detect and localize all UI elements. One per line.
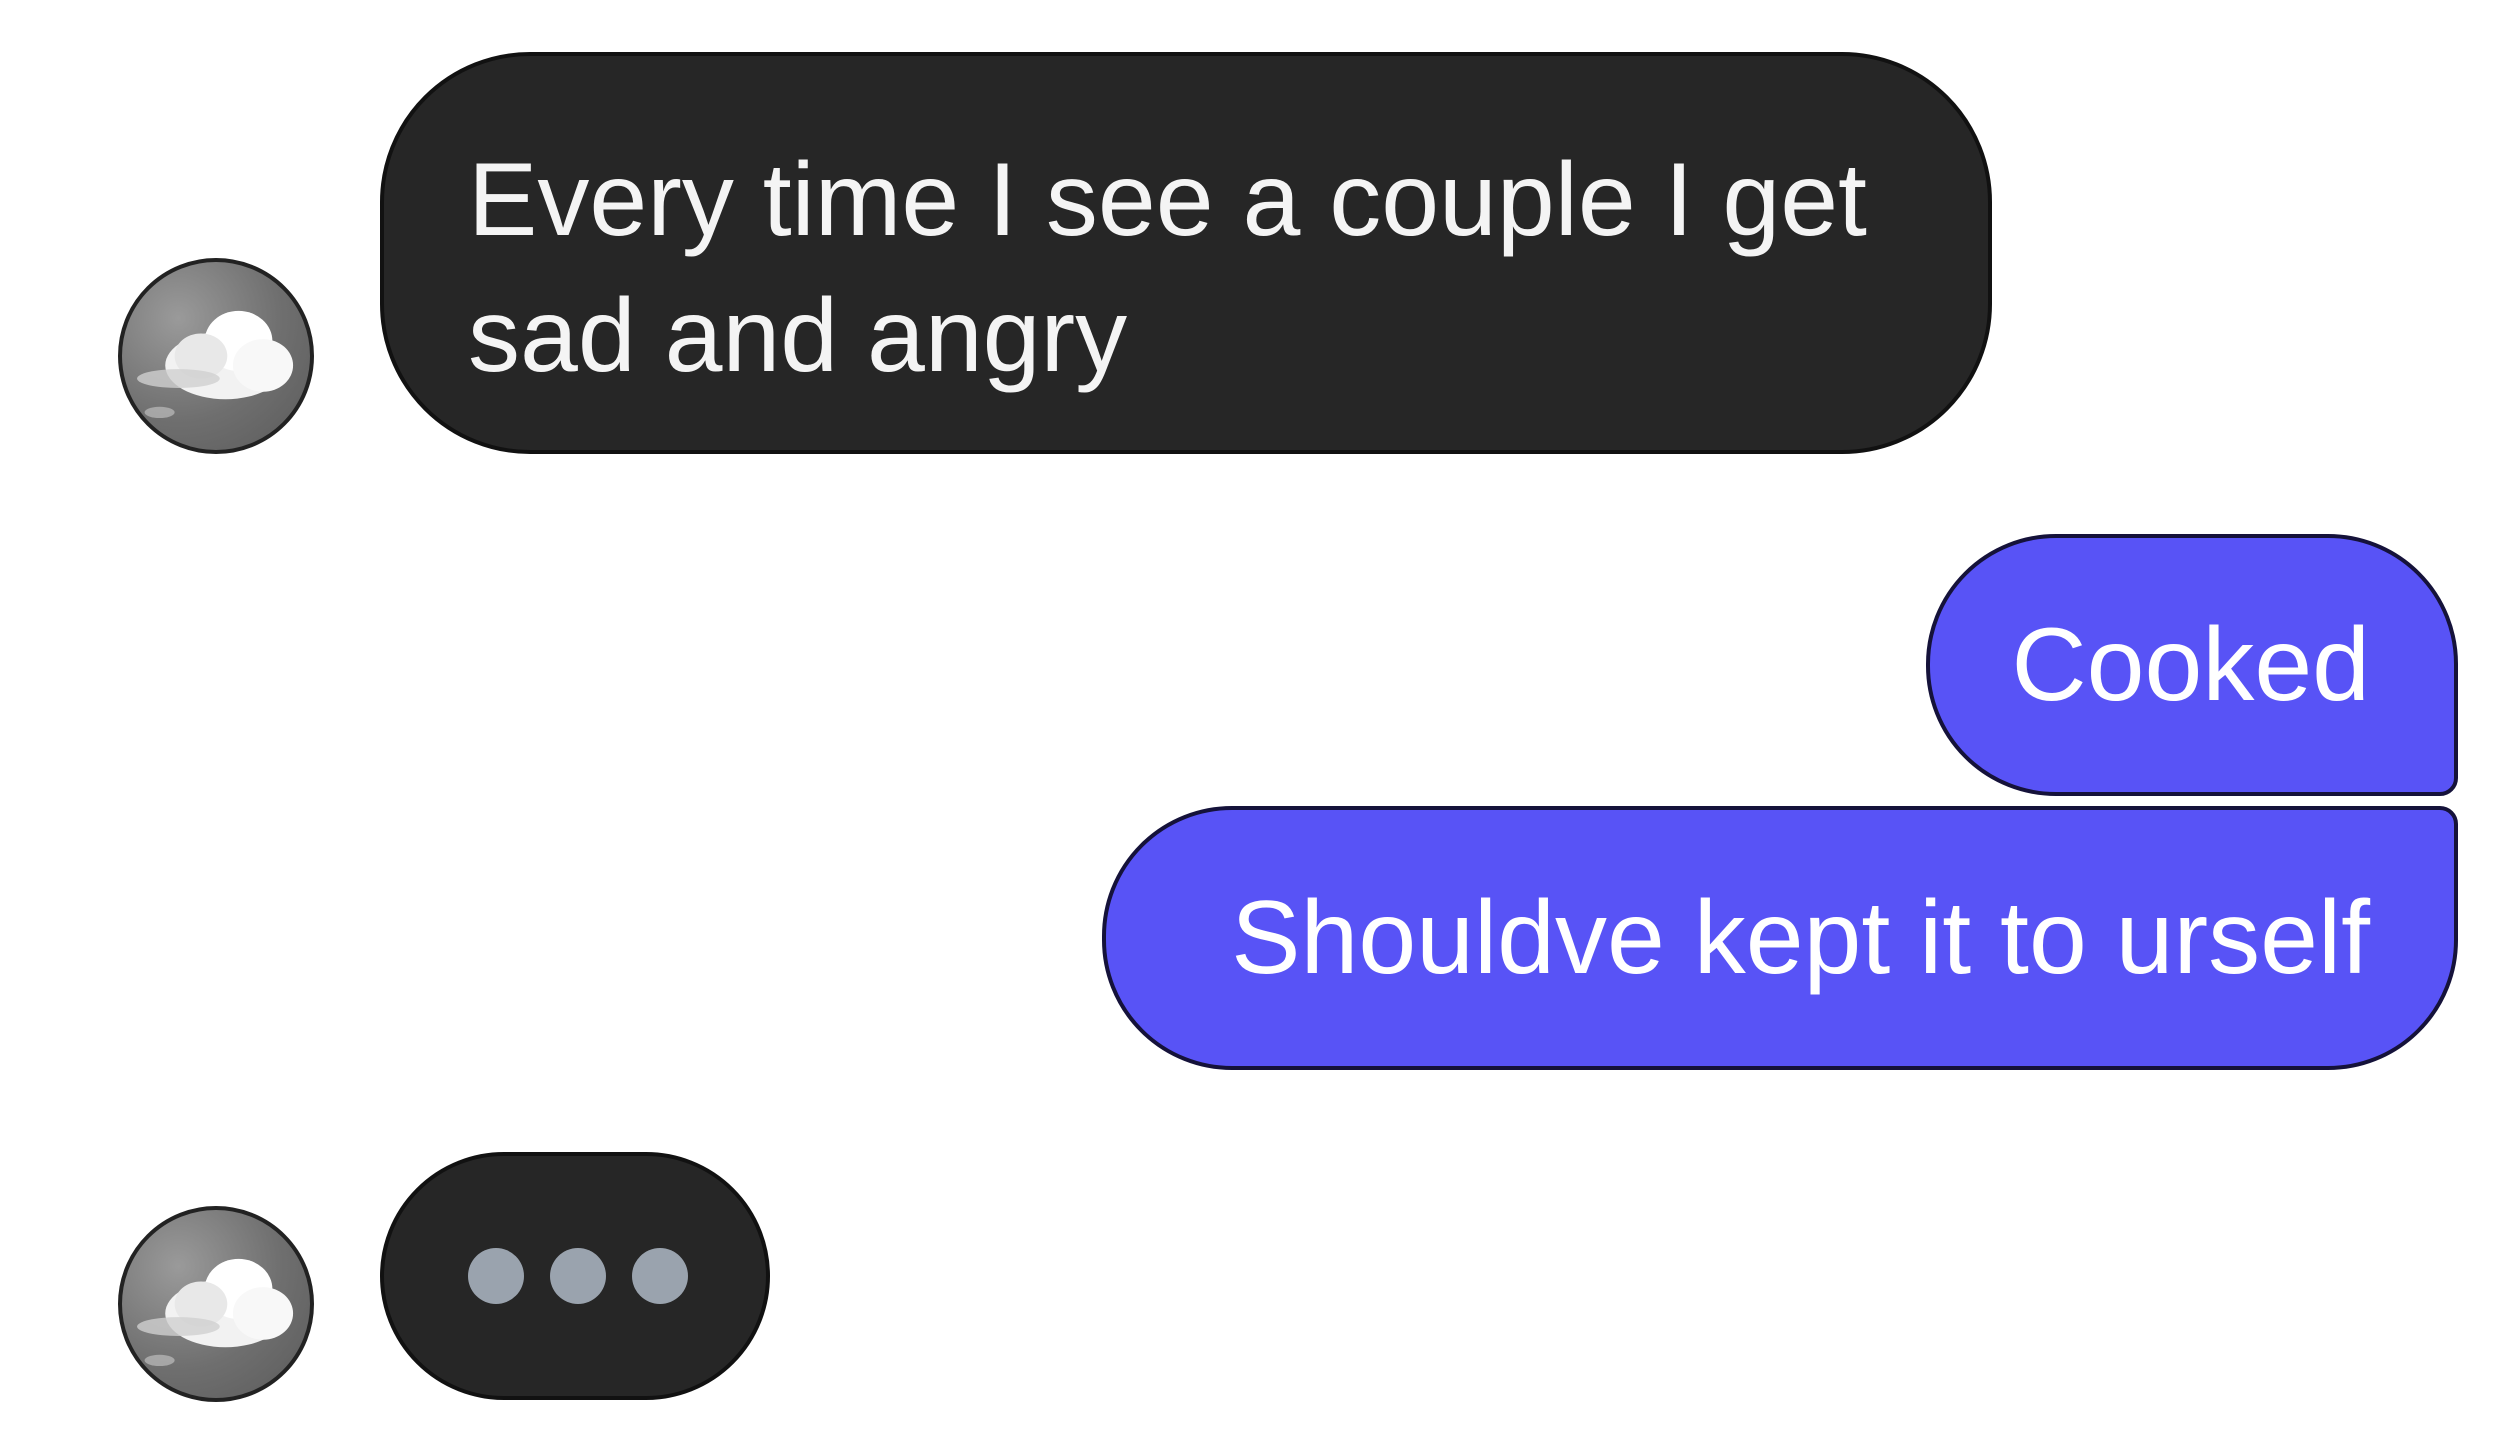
typing-dot-icon: [550, 1248, 606, 1304]
cloud-avatar-icon: [137, 310, 294, 419]
message-text: Shouldve kept it to urself: [1231, 880, 2370, 996]
typing-indicator-bubble: [380, 1152, 770, 1400]
contact-avatar[interactable]: [118, 1206, 314, 1402]
contact-avatar[interactable]: [118, 258, 314, 454]
typing-dot-icon: [632, 1248, 688, 1304]
outgoing-message-bubble[interactable]: Cooked: [1926, 534, 2458, 796]
typing-dot-icon: [468, 1248, 524, 1304]
message-text: Every time I see a couple I get sad and …: [468, 142, 1867, 394]
message-thread: Every time I see a couple I get sad and …: [0, 0, 2500, 1444]
outgoing-message-bubble[interactable]: Shouldve kept it to urself: [1102, 806, 2458, 1070]
message-text: Cooked: [2011, 607, 2370, 723]
cloud-avatar-icon: [137, 1258, 294, 1367]
incoming-message-bubble[interactable]: Every time I see a couple I get sad and …: [380, 52, 1992, 454]
